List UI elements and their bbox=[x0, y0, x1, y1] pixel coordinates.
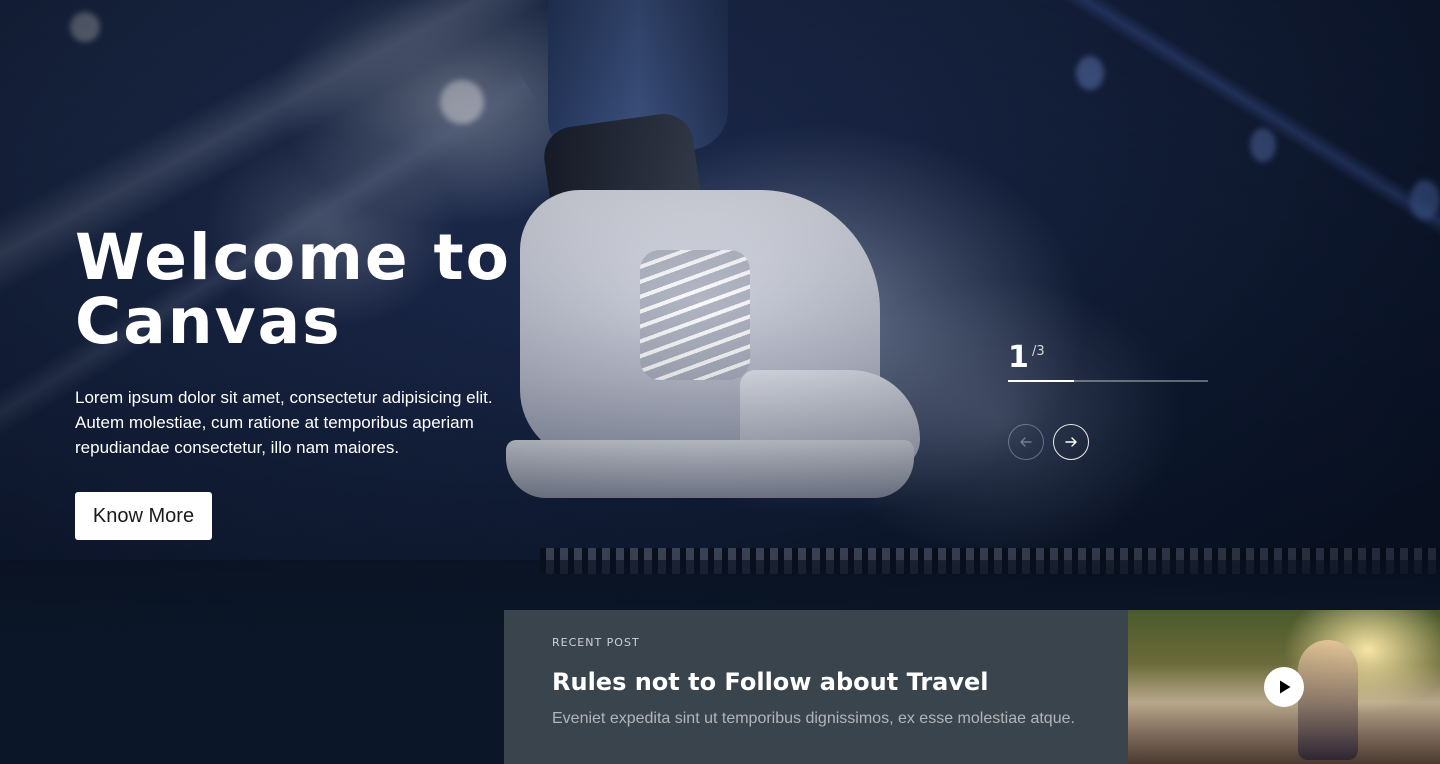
play-icon bbox=[1280, 680, 1291, 694]
slide-progress-track bbox=[1008, 380, 1208, 382]
play-button[interactable] bbox=[1264, 667, 1304, 707]
arrow-left-icon bbox=[1020, 437, 1032, 447]
slide-progress-fill bbox=[1008, 380, 1074, 382]
hero-description: Lorem ipsum dolor sit amet, consectetur … bbox=[75, 388, 493, 457]
post-title[interactable]: Rules not to Follow about Travel bbox=[552, 668, 989, 696]
thumbnail-figure bbox=[1298, 640, 1358, 760]
post-kicker: RECENT POST bbox=[552, 636, 640, 649]
video-thumbnail[interactable] bbox=[1128, 610, 1440, 764]
slider-next-button[interactable] bbox=[1053, 424, 1089, 460]
slide-total-number: /3 bbox=[1032, 344, 1045, 359]
recent-post-card[interactable]: RECENT POST Rules not to Follow about Tr… bbox=[504, 610, 1128, 764]
slide-current-number: 1 bbox=[1008, 340, 1029, 375]
know-more-button[interactable]: Know More bbox=[75, 492, 212, 540]
hero-title: Welcome to Canvas bbox=[75, 221, 511, 358]
arrow-right-icon bbox=[1065, 437, 1077, 447]
slider-prev-button[interactable] bbox=[1008, 424, 1044, 460]
post-excerpt: Eveniet expedita sint ut temporibus dign… bbox=[552, 710, 1075, 727]
